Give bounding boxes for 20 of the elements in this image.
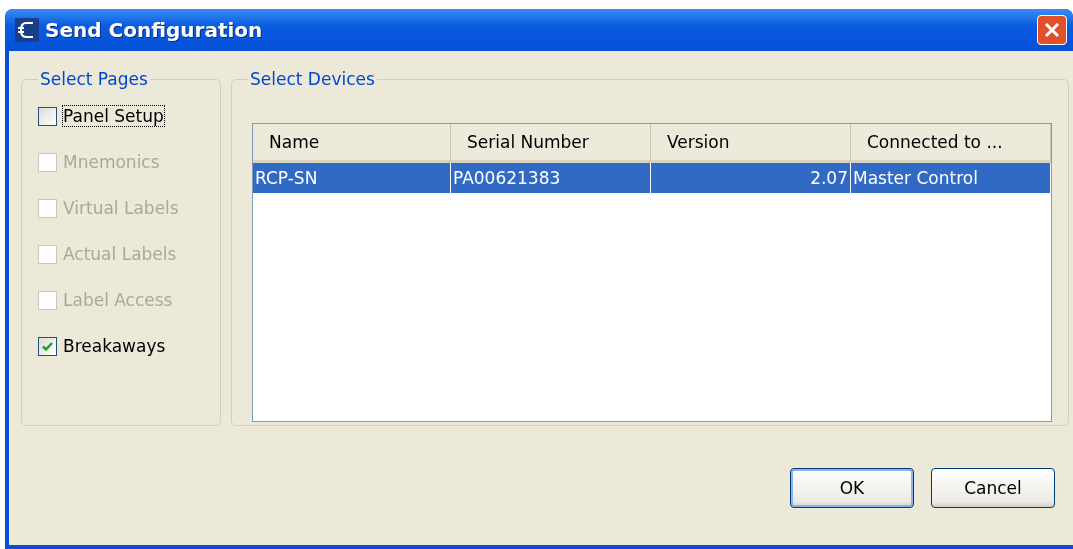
window-title: Send Configuration <box>45 18 264 42</box>
close-button[interactable] <box>1037 15 1067 45</box>
close-icon <box>1043 21 1061 39</box>
column-header[interactable]: Serial Number <box>451 124 651 163</box>
column-header[interactable]: Name <box>253 124 451 163</box>
app-logo-icon <box>15 18 39 42</box>
group-legend: Select Devices <box>248 69 377 89</box>
table-cell: PA00621383 <box>451 163 651 193</box>
group-legend: Select Pages <box>38 69 150 89</box>
checkbox[interactable] <box>38 336 57 356</box>
table-cell: 2.07 <box>651 163 851 193</box>
column-header[interactable]: Connected to ... <box>851 124 1051 163</box>
table-cell: RCP-SN <box>253 163 451 193</box>
dialog-button[interactable]: Cancel <box>931 468 1055 508</box>
checkbox-label[interactable]: Breakaways <box>63 336 166 356</box>
dialog-button[interactable]: OK <box>790 468 914 508</box>
checkbox-label[interactable]: Panel Setup <box>63 106 164 126</box>
table-cell: Master Control <box>851 163 1051 193</box>
checkbox[interactable] <box>38 106 57 126</box>
column-header[interactable]: Version <box>651 124 851 163</box>
